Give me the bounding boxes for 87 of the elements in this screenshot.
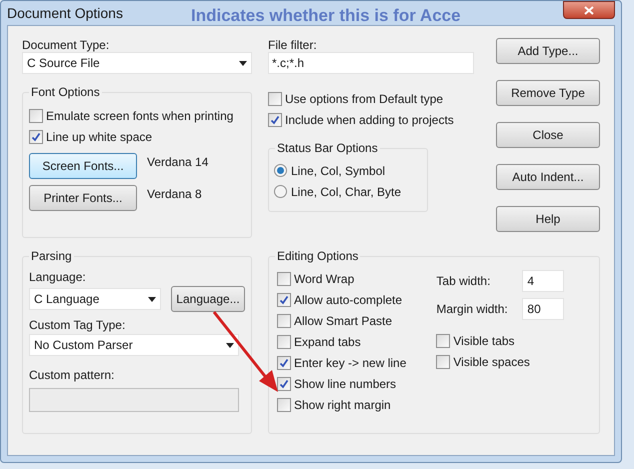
- dialog-button[interactable]: Help: [496, 206, 600, 232]
- group-title: Editing Options: [275, 248, 360, 264]
- radio-button[interactable]: [274, 185, 287, 198]
- language-dropdown[interactable]: C Language: [29, 288, 161, 310]
- checkbox-label: Allow Smart Paste: [294, 312, 392, 330]
- checkbox-label: Expand tabs: [294, 334, 361, 350]
- checkbox-label: Line up white space: [46, 128, 152, 146]
- radio-label: Line, Col, Symbol: [291, 162, 386, 180]
- checkbox-label: Show line numbers: [294, 376, 396, 392]
- radio-button[interactable]: [274, 164, 287, 177]
- checkbox-label: Visible spaces: [453, 354, 530, 370]
- custom-tag-dropdown[interactable]: No Custom Parser: [29, 334, 239, 356]
- dialog-button[interactable]: Add Type...: [496, 38, 600, 64]
- dialog-button[interactable]: Auto Indent...: [496, 164, 600, 190]
- number-field[interactable]: 4: [522, 270, 564, 292]
- checkbox[interactable]: [268, 92, 282, 106]
- close-icon: [584, 6, 594, 14]
- close-button[interactable]: [563, 1, 615, 19]
- dropdown-value: C Language: [34, 291, 100, 308]
- checkbox[interactable]: [277, 314, 291, 328]
- checkbox-option[interactable]: Enter key -> new line: [277, 352, 406, 373]
- checkbox[interactable]: [29, 108, 43, 122]
- field-label: Custom pattern:: [29, 367, 116, 384]
- checkbox[interactable]: [277, 334, 291, 348]
- field-label: Language:: [29, 269, 87, 286]
- dropdown-caret-icon: [239, 60, 247, 66]
- checkbox-option[interactable]: Emulate screen fonts when printing: [29, 105, 245, 126]
- checkbox-label: Include when adding to projects: [285, 112, 454, 128]
- checkbox-option[interactable]: Line up white space: [29, 126, 245, 147]
- background-window-text: Indicates whether this is for Acce: [191, 5, 461, 27]
- checkbox-label: Use options from Default type: [285, 90, 444, 108]
- checkbox[interactable]: [29, 130, 43, 144]
- dialog-button[interactable]: Remove Type: [496, 80, 600, 106]
- field-label: Tab width:: [436, 273, 490, 290]
- checkbox-option[interactable]: Allow auto-complete: [277, 289, 406, 310]
- checkbox-label: Allow auto-complete: [294, 292, 402, 308]
- window-title: Document Options: [7, 4, 123, 23]
- checkbox[interactable]: [277, 398, 291, 412]
- checkbox-option[interactable]: Show line numbers: [277, 373, 406, 394]
- field-label: Margin width:: [436, 301, 508, 318]
- checkbox-label: Show right margin: [294, 396, 391, 414]
- dialog-button[interactable]: Printer Fonts...: [29, 185, 137, 211]
- checkbox[interactable]: [277, 376, 291, 390]
- group-title: Parsing: [29, 248, 74, 264]
- dropdown-value: C Source File: [27, 55, 100, 72]
- check-icon: [279, 358, 289, 368]
- dropdown-caret-icon: [148, 296, 156, 302]
- dropdown-value: No Custom Parser: [34, 337, 133, 354]
- check-icon: [31, 132, 41, 142]
- field-label: File filter:: [268, 37, 318, 52]
- checkbox[interactable]: [277, 272, 291, 286]
- checkbox-label: Emulate screen fonts when printing: [46, 108, 234, 124]
- checkbox-option[interactable]: Show right margin: [277, 394, 406, 415]
- checkbox[interactable]: [268, 112, 282, 126]
- checkbox-option[interactable]: Allow Smart Paste: [277, 310, 406, 331]
- checkbox-option[interactable]: Expand tabs: [277, 331, 406, 352]
- dialog-button[interactable]: Language...: [171, 286, 245, 312]
- dropdown-caret-icon: [226, 342, 234, 348]
- dialog-button[interactable]: Screen Fonts...: [29, 153, 137, 179]
- checkbox-option[interactable]: Visible spaces: [436, 351, 564, 372]
- font-value: Verdana 8: [147, 186, 202, 203]
- checkbox-option[interactable]: Visible tabs: [436, 330, 564, 351]
- field-label: Custom Tag Type:: [29, 317, 126, 334]
- checkbox-label: Word Wrap: [294, 270, 354, 288]
- checkbox[interactable]: [277, 356, 291, 370]
- check-icon: [279, 294, 289, 304]
- radio-option[interactable]: Line, Col, Char, Byte: [274, 181, 422, 202]
- checkbox[interactable]: [436, 354, 450, 368]
- checkbox-label: Visible tabs: [453, 332, 515, 350]
- document-type-dropdown[interactable]: C Source File: [22, 52, 252, 74]
- check-icon: [270, 114, 280, 124]
- checkbox[interactable]: [436, 334, 450, 348]
- dialog-button[interactable]: Close: [496, 122, 600, 148]
- group-title: Status Bar Options: [275, 140, 380, 156]
- radio-option[interactable]: Line, Col, Symbol: [274, 160, 422, 181]
- checkbox-option[interactable]: Word Wrap: [277, 268, 406, 289]
- checkbox-option[interactable]: Include when adding to projects: [268, 109, 474, 130]
- checkbox-option[interactable]: Use options from Default type: [268, 88, 474, 109]
- field-label: Document Type:: [22, 37, 110, 52]
- radio-label: Line, Col, Char, Byte: [291, 184, 402, 200]
- font-value: Verdana 14: [147, 154, 208, 171]
- number-field[interactable]: 80: [522, 298, 564, 320]
- file-filter-field[interactable]: *.c;*.h: [268, 52, 474, 74]
- checkbox[interactable]: [277, 292, 291, 306]
- check-icon: [279, 378, 289, 388]
- checkbox-label: Enter key -> new line: [294, 354, 406, 372]
- group-title: Font Options: [29, 84, 102, 100]
